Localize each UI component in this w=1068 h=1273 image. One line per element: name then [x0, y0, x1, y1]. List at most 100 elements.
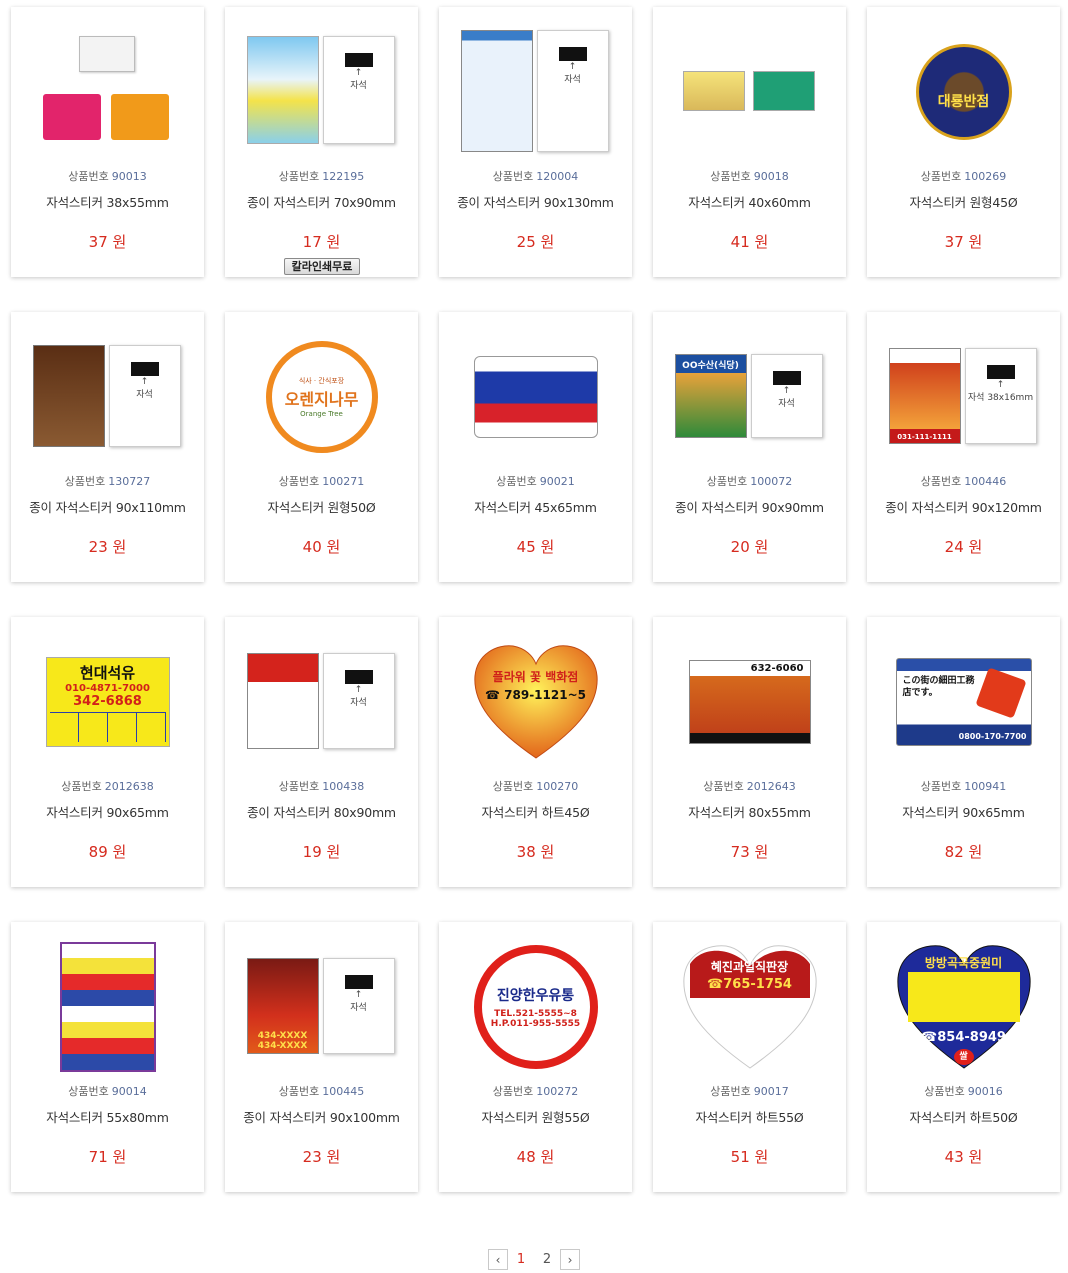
product-price: 37 원: [944, 233, 983, 251]
product-thumbnail[interactable]: 현대석유 010-4871-7000 342-6868: [21, 629, 194, 775]
product-price: 89 원: [88, 843, 127, 861]
logo-text: 오렌지나무: [284, 390, 359, 409]
product-name[interactable]: 종이 자석스티커 90x90mm: [653, 497, 846, 516]
product-name[interactable]: 자석스티커 90x65mm: [11, 802, 204, 821]
product-name[interactable]: 종이 자석스티커 90x120mm: [867, 497, 1060, 516]
product-name[interactable]: 자석스티커 하트45Ø: [439, 802, 632, 821]
logo-text: 대룡반점: [937, 94, 990, 110]
product-thumbnail[interactable]: 진양한우유통 TEL.521-5555~8 H.P.011-955-5555: [449, 934, 622, 1080]
product-number: 상품번호 122195: [278, 170, 365, 183]
product-price: 23 원: [302, 1148, 341, 1166]
product-card[interactable]: この街の細田工務店です。 0800-170-7700 상품번호 100941 자석…: [867, 617, 1060, 887]
product-price: 23 원: [88, 538, 127, 556]
product-price: 51 원: [730, 1148, 769, 1166]
product-price: 38 원: [516, 843, 555, 861]
product-name[interactable]: 자석스티커 45x65mm: [439, 497, 632, 516]
product-thumbnail[interactable]: 플라워 꽃 백화점 ☎ 789-1121~5: [449, 629, 622, 775]
product-card[interactable]: ↑ 자석 상품번호 130727 종이 자석스티커 90x110mm 23 원: [11, 312, 204, 582]
product-price: 24 원: [944, 538, 983, 556]
product-price: 82 원: [944, 843, 983, 861]
product-name[interactable]: 자석스티커 38x55mm: [11, 192, 204, 211]
page-link-2[interactable]: 2: [534, 1252, 560, 1267]
product-price: 19 원: [302, 843, 341, 861]
product-name[interactable]: 자석스티커 55x80mm: [11, 1107, 204, 1126]
product-thumbnail[interactable]: ↑ 자석: [449, 19, 622, 165]
product-price: 37 원: [88, 233, 127, 251]
product-card[interactable]: ↑ 자석 상품번호 122195 종이 자석스티커 70x90mm 17 원 칼라인…: [225, 7, 418, 277]
product-card[interactable]: 632-6060 상품번호 2012643 자석스티커 80x55mm 73 원: [653, 617, 846, 887]
product-thumbnail[interactable]: 대룡반점: [877, 19, 1050, 165]
product-name[interactable]: 자석스티커 80x55mm: [653, 802, 846, 821]
product-name[interactable]: 자석스티커 40x60mm: [653, 192, 846, 211]
product-card[interactable]: 상품번호 90013 자석스티커 38x55mm 37 원: [11, 7, 204, 277]
product-number: 상품번호 90018: [710, 170, 789, 183]
product-number: 상품번호 90021: [496, 475, 575, 488]
product-name[interactable]: 자석스티커 원형55Ø: [439, 1107, 632, 1126]
next-page-button[interactable]: ›: [560, 1249, 580, 1270]
product-price: 25 원: [516, 233, 555, 251]
page-link-1[interactable]: 1: [508, 1252, 534, 1267]
product-number: 상품번호 2012638: [61, 780, 154, 793]
product-thumbnail[interactable]: [663, 19, 836, 165]
product-number: 상품번호 90013: [68, 170, 147, 183]
product-name[interactable]: 종이 자석스티커 70x90mm: [225, 192, 418, 211]
product-number: 상품번호 100446: [920, 475, 1007, 488]
product-card[interactable]: 현대석유 010-4871-7000 342-6868 상품번호 2012638 …: [11, 617, 204, 887]
product-number: 상품번호 100269: [920, 170, 1007, 183]
product-price: 20 원: [730, 538, 769, 556]
product-card[interactable]: 방방곡곡중원미 ☎854-8949 쌀 상품번호 90016 자석스티커 하트50…: [867, 922, 1060, 1192]
product-card[interactable]: ↑ 자석 상품번호 100438 종이 자석스티커 80x90mm 19 원: [225, 617, 418, 887]
product-thumbnail[interactable]: [449, 324, 622, 470]
product-thumbnail[interactable]: OO수산(식당) ↑ 자석: [663, 324, 836, 470]
product-name[interactable]: 종이 자석스티커 90x130mm: [439, 192, 632, 211]
product-number: 상품번호 100271: [278, 475, 365, 488]
product-thumbnail[interactable]: ↑ 자석: [235, 19, 408, 165]
product-thumbnail[interactable]: 식사 · 간식포장 오렌지나무 Orange Tree: [235, 324, 408, 470]
product-thumbnail[interactable]: 031-111-1111 ↑ 자석 38x16mm: [877, 324, 1050, 470]
product-card[interactable]: 031-111-1111 ↑ 자석 38x16mm 상품번호 100446 종이 자…: [867, 312, 1060, 582]
product-price: 17 원: [302, 233, 341, 251]
product-name[interactable]: 자석스티커 원형50Ø: [225, 497, 418, 516]
product-number: 상품번호 100272: [492, 1085, 579, 1098]
product-number: 상품번호 100270: [492, 780, 579, 793]
product-card[interactable]: 플라워 꽃 백화점 ☎ 789-1121~5 상품번호 100270 자석스티커 …: [439, 617, 632, 887]
prev-page-button[interactable]: ‹: [488, 1249, 508, 1270]
product-name[interactable]: 종이 자석스티커 90x100mm: [225, 1107, 418, 1126]
product-card[interactable]: 434-XXXX 434-XXXX ↑ 자석 상품번호 100445 종이 자석스티…: [225, 922, 418, 1192]
product-number: 상품번호 100445: [278, 1085, 365, 1098]
product-card[interactable]: 상품번호 90014 자석스티커 55x80mm 71 원: [11, 922, 204, 1192]
product-thumbnail[interactable]: 632-6060: [663, 629, 836, 775]
product-name[interactable]: 자석스티커 원형45Ø: [867, 192, 1060, 211]
pagination: ‹ 1 2 ›: [0, 1249, 1068, 1270]
product-card[interactable]: 식사 · 간식포장 오렌지나무 Orange Tree 상품번호 100271 자…: [225, 312, 418, 582]
product-number: 상품번호 2012643: [703, 780, 796, 793]
product-card[interactable]: OO수산(식당) ↑ 자석 상품번호 100072 종이 자석스티커 90x90mm…: [653, 312, 846, 582]
product-thumbnail[interactable]: 434-XXXX 434-XXXX ↑ 자석: [235, 934, 408, 1080]
product-price: 73 원: [730, 843, 769, 861]
product-card[interactable]: 혜진과일직판장 ☎765-1754 상품번호 90017 자석스티커 하트55Ø …: [653, 922, 846, 1192]
product-price: 48 원: [516, 1148, 555, 1166]
free-color-print-badge: 칼라인쇄무료: [284, 258, 360, 275]
product-thumbnail[interactable]: [21, 934, 194, 1080]
product-thumbnail[interactable]: [21, 19, 194, 165]
product-card[interactable]: ↑ 자석 상품번호 120004 종이 자석스티커 90x130mm 25 원: [439, 7, 632, 277]
product-thumbnail[interactable]: ↑ 자석: [235, 629, 408, 775]
product-thumbnail[interactable]: 방방곡곡중원미 ☎854-8949 쌀: [877, 934, 1050, 1080]
product-card[interactable]: 상품번호 90021 자석스티커 45x65mm 45 원: [439, 312, 632, 582]
heart-shape: [473, 645, 598, 759]
product-thumbnail[interactable]: この街の細田工務店です。 0800-170-7700: [877, 629, 1050, 775]
product-card[interactable]: 상품번호 90018 자석스티커 40x60mm 41 원: [653, 7, 846, 277]
product-thumbnail[interactable]: ↑ 자석: [21, 324, 194, 470]
product-number: 상품번호 90014: [68, 1085, 147, 1098]
product-number: 상품번호 90017: [710, 1085, 789, 1098]
product-name[interactable]: 자석스티커 90x65mm: [867, 802, 1060, 821]
product-name[interactable]: 종이 자석스티커 90x110mm: [11, 497, 204, 516]
product-name[interactable]: 자석스티커 하트55Ø: [653, 1107, 846, 1126]
product-thumbnail[interactable]: 혜진과일직판장 ☎765-1754: [663, 934, 836, 1080]
product-name[interactable]: 자석스티커 하트50Ø: [867, 1107, 1060, 1126]
product-card[interactable]: 진양한우유통 TEL.521-5555~8 H.P.011-955-5555 상…: [439, 922, 632, 1192]
logo-text: 혜진과일직판장: [710, 960, 789, 974]
product-card[interactable]: 대룡반점 상품번호 100269 자석스티커 원형45Ø 37 원: [867, 7, 1060, 277]
product-number: 상품번호 90016: [924, 1085, 1003, 1098]
product-name[interactable]: 종이 자석스티커 80x90mm: [225, 802, 418, 821]
